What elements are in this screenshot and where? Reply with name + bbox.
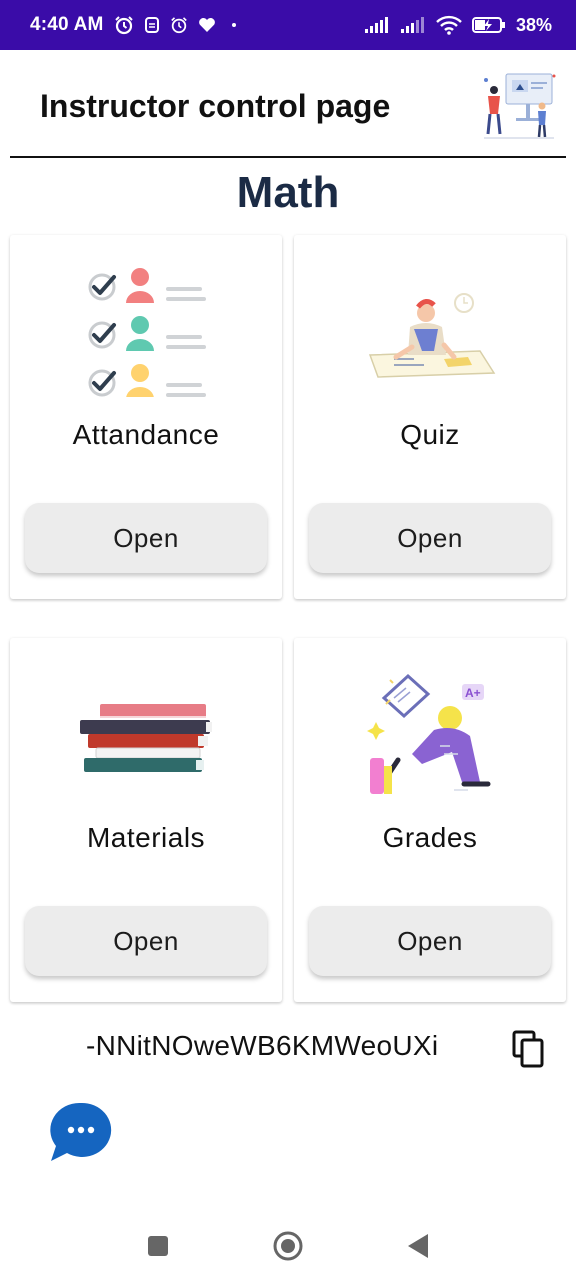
svg-text:A+: A+: [465, 686, 481, 700]
quiz-card: Quiz Open: [294, 235, 566, 599]
alarm-icon: [114, 16, 133, 35]
page-title: Instructor control page: [40, 88, 391, 124]
app-header: Instructor control page: [10, 50, 566, 158]
copy-icon[interactable]: [512, 1030, 546, 1068]
heart-icon: [198, 18, 215, 32]
home-circle-icon[interactable]: [272, 1230, 304, 1262]
attendance-checklist-illustration: [88, 268, 206, 397]
alarm-icon: [170, 17, 187, 34]
battery-charging-icon: [471, 17, 505, 33]
book-stack-illustration: [80, 704, 212, 772]
card-title: Quiz: [400, 419, 460, 450]
wifi-icon: [436, 15, 462, 35]
open-grades-button[interactable]: Open: [309, 906, 551, 976]
student-writing-illustration: [368, 293, 496, 378]
attendance-card: Attandance Open: [10, 235, 282, 599]
materials-card: Materials Open: [10, 638, 282, 1002]
student-reading-grades-illustration: A+: [367, 673, 491, 794]
shield-icon: [144, 17, 159, 33]
chat-bubble-icon[interactable]: [48, 1100, 114, 1164]
card-title: Attandance: [72, 419, 220, 450]
battery-percent: 38%: [515, 14, 552, 35]
status-time: 4:40 AM: [30, 14, 104, 35]
signal-icon: [364, 17, 388, 33]
open-quiz-button[interactable]: Open: [309, 503, 551, 573]
status-bar: 4:40 AM 38%: [0, 0, 576, 50]
card-title: Grades: [382, 822, 478, 853]
grades-card: A+ Grades Open: [294, 638, 566, 1002]
open-attendance-button[interactable]: Open: [25, 503, 267, 573]
back-triangle-icon[interactable]: [402, 1230, 434, 1262]
recents-square-icon[interactable]: [142, 1230, 174, 1262]
class-code: -NNitNOweWB6KMWeoUXi: [86, 1030, 439, 1061]
card-title: Materials: [86, 822, 206, 853]
dot-icon: [231, 23, 236, 27]
subject-title: Math: [236, 168, 340, 217]
teacher-presentation-illustration: [484, 73, 556, 139]
open-materials-button[interactable]: Open: [25, 906, 267, 976]
signal-icon: [400, 17, 424, 33]
navigation-bar: [0, 1210, 576, 1280]
